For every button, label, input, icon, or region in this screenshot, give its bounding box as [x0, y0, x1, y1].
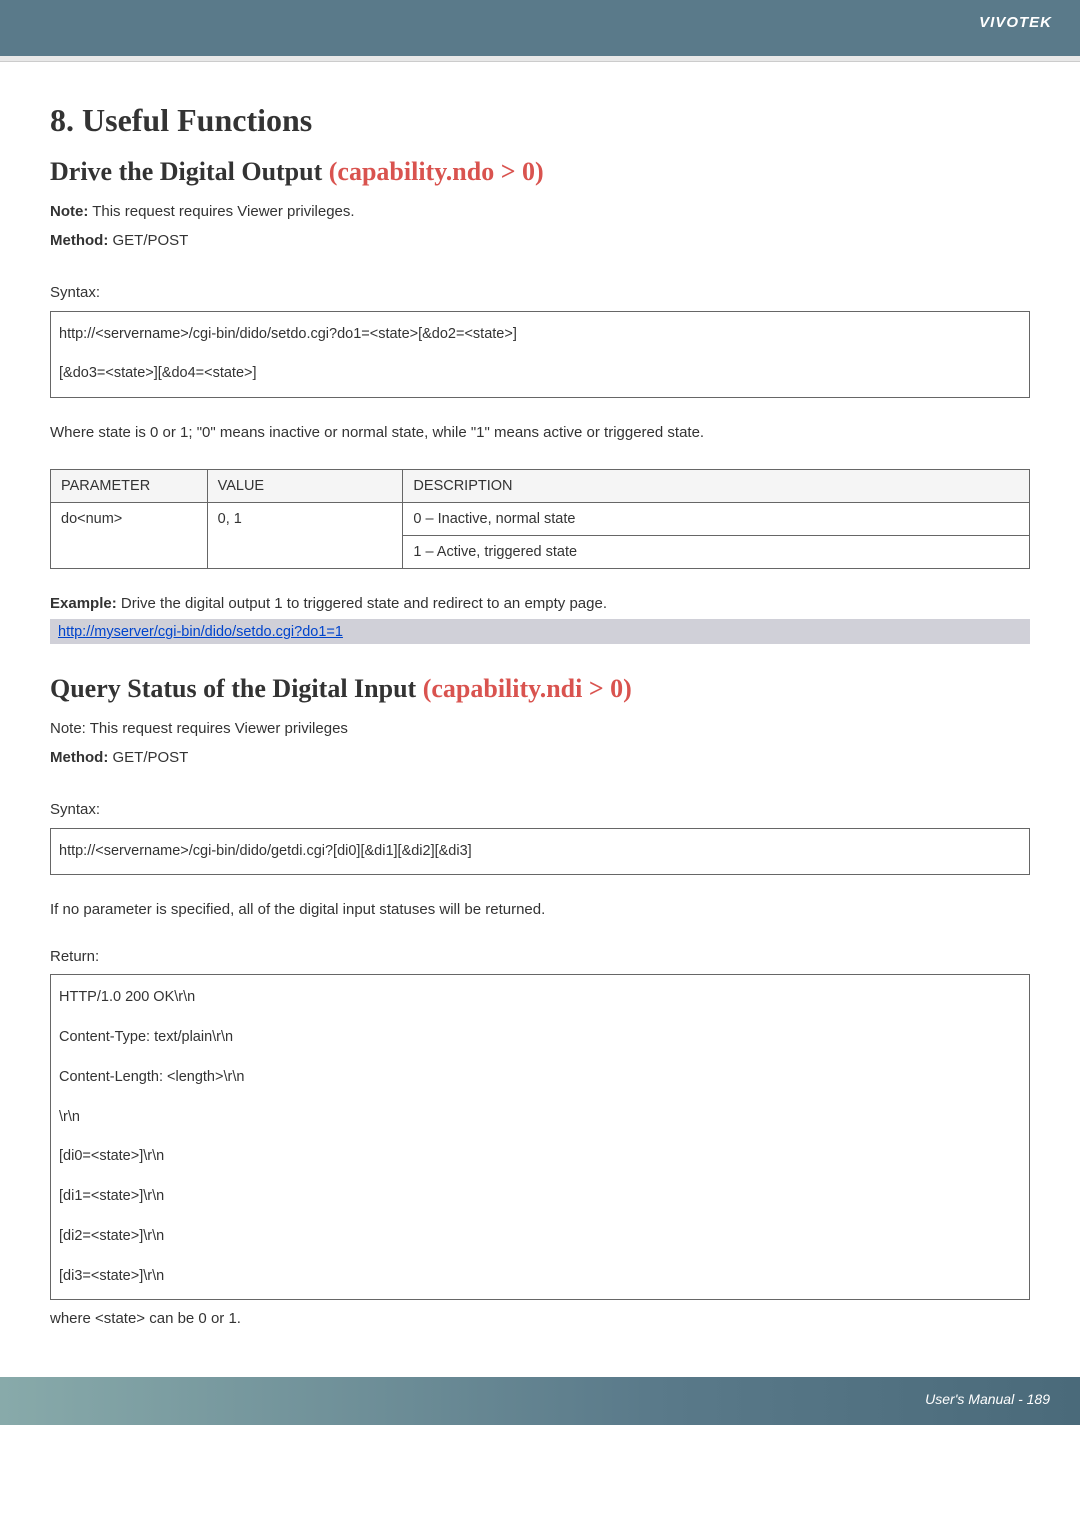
- syntax-box-1: http://<servername>/cgi-bin/dido/setdo.c…: [50, 311, 1030, 399]
- footer-bar: User's Manual - 189: [0, 1377, 1080, 1425]
- th-value: VALUE: [207, 469, 403, 502]
- method-label-2: Method:: [50, 749, 108, 766]
- td-param: do<num>: [51, 502, 208, 568]
- syntax-line-2-1: http://<servername>/cgi-bin/dido/getdi.c…: [51, 835, 1029, 869]
- td-value: 0, 1: [207, 502, 403, 568]
- page-number: User's Manual - 189: [925, 1391, 1050, 1407]
- sub-heading-capability: (capability.ndo > 0): [329, 157, 544, 186]
- if-text: If no parameter is specified, all of the…: [50, 899, 1030, 922]
- syntax-label-2: Syntax:: [50, 799, 1030, 822]
- brand-text: VIVOTEK: [979, 14, 1052, 31]
- th-description: DESCRIPTION: [403, 469, 1030, 502]
- note-label: Note:: [50, 203, 88, 220]
- note-line: Note: This request requires Viewer privi…: [50, 201, 1030, 224]
- sub-heading-capability-2: (capability.ndi > 0): [423, 674, 632, 703]
- example-text: Drive the digital output 1 to triggered …: [117, 595, 607, 612]
- td-desc-a: 0 – Inactive, normal state: [403, 502, 1030, 535]
- ret-l4: \r\n: [51, 1101, 1029, 1135]
- return-label: Return:: [50, 946, 1030, 969]
- example-link-row: http://myserver/cgi-bin/dido/setdo.cgi?d…: [50, 619, 1030, 644]
- section-heading: 8. Useful Functions: [50, 102, 1030, 139]
- note-line-2: Note: This request requires Viewer privi…: [50, 718, 1030, 741]
- header-bar: VIVOTEK: [0, 0, 1080, 56]
- table-header-row: PARAMETER VALUE DESCRIPTION: [51, 469, 1030, 502]
- page-content: 8. Useful Functions Drive the Digital Ou…: [0, 62, 1080, 1357]
- ret-l7: [di2=<state>]\r\n: [51, 1220, 1029, 1254]
- td-desc-b: 1 – Active, triggered state: [403, 535, 1030, 568]
- syntax-label: Syntax:: [50, 282, 1030, 305]
- method-line: Method: GET/POST: [50, 230, 1030, 253]
- method-line-2: Method: GET/POST: [50, 747, 1030, 770]
- ret-l8: [di3=<state>]\r\n: [51, 1260, 1029, 1294]
- ret-l2: Content-Type: text/plain\r\n: [51, 1021, 1029, 1055]
- syntax-box-2: http://<servername>/cgi-bin/dido/getdi.c…: [50, 828, 1030, 876]
- method-text-2: GET/POST: [108, 749, 188, 766]
- method-text: GET/POST: [108, 232, 188, 249]
- method-label: Method:: [50, 232, 108, 249]
- example-label: Example:: [50, 595, 117, 612]
- ret-l5: [di0=<state>]\r\n: [51, 1140, 1029, 1174]
- where-text-1: Where state is 0 or 1; "0" means inactiv…: [50, 422, 1030, 445]
- return-box: HTTP/1.0 200 OK\r\n Content-Type: text/p…: [50, 974, 1030, 1300]
- example-line: Example: Drive the digital output 1 to t…: [50, 593, 1030, 616]
- subsection-heading-2: Query Status of the Digital Input (capab…: [50, 674, 1030, 704]
- ret-l3: Content-Length: <length>\r\n: [51, 1061, 1029, 1095]
- subsection-heading-1: Drive the Digital Output (capability.ndo…: [50, 157, 1030, 187]
- th-parameter: PARAMETER: [51, 469, 208, 502]
- parameter-table-1: PARAMETER VALUE DESCRIPTION do<num> 0, 1…: [50, 469, 1030, 569]
- note-text: This request requires Viewer privileges.: [88, 203, 354, 220]
- syntax-line-2: [&do3=<state>][&do4=<state>]: [51, 357, 1029, 391]
- table-row: do<num> 0, 1 0 – Inactive, normal state: [51, 502, 1030, 535]
- sub-heading-text: Drive the Digital Output: [50, 157, 329, 186]
- where-text-2: where <state> can be 0 or 1.: [50, 1308, 1030, 1331]
- sub-heading-text-2: Query Status of the Digital Input: [50, 674, 423, 703]
- ret-l1: HTTP/1.0 200 OK\r\n: [51, 981, 1029, 1015]
- ret-l6: [di1=<state>]\r\n: [51, 1180, 1029, 1214]
- syntax-line-1: http://<servername>/cgi-bin/dido/setdo.c…: [51, 318, 1029, 352]
- example-link[interactable]: http://myserver/cgi-bin/dido/setdo.cgi?d…: [58, 624, 343, 640]
